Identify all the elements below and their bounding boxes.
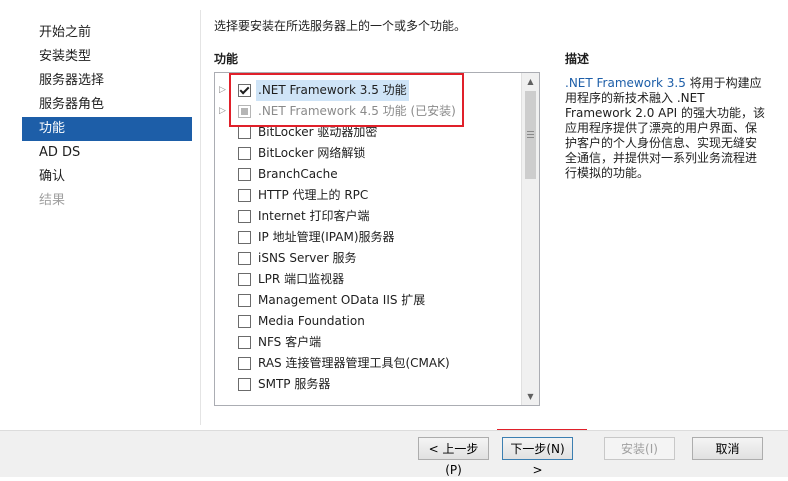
sidebar-item-installation-type[interactable]: 安装类型 xyxy=(22,45,192,69)
scroll-up-arrow-icon[interactable]: ▲ xyxy=(522,73,539,90)
feature-checkbox[interactable] xyxy=(238,357,251,370)
highlight-box-features xyxy=(229,73,464,127)
wizard-sidebar: 开始之前 安装类型 服务器选择 服务器角色 功能 AD DS 确认 结果 xyxy=(0,0,200,430)
thumb-grip-line xyxy=(527,137,534,138)
feature-checkbox[interactable] xyxy=(238,336,251,349)
feature-checkbox[interactable] xyxy=(238,189,251,202)
thumb-grip-line xyxy=(527,131,534,132)
feature-checkbox[interactable] xyxy=(238,126,251,139)
feature-checkbox[interactable] xyxy=(238,294,251,307)
feature-description: .NET Framework 3.5 将用于构建应用程序的新技术融入 .NET … xyxy=(565,76,765,181)
sidebar-item-before-you-begin[interactable]: 开始之前 xyxy=(22,21,192,45)
feature-row[interactable]: NFS 客户端 xyxy=(215,332,521,353)
sidebar-item-server-roles[interactable]: 服务器角色 xyxy=(22,93,192,117)
feature-row[interactable]: SMTP 服务器 xyxy=(215,374,521,395)
instruction-text: 选择要安装在所选服务器上的一个或多个功能。 xyxy=(214,19,467,33)
feature-row[interactable]: BitLocker 网络解锁 xyxy=(215,143,521,164)
next-button[interactable]: 下一步(N) > xyxy=(502,437,573,477)
description-heading: 描述 xyxy=(565,52,590,66)
sidebar-divider xyxy=(200,10,201,425)
feature-checkbox[interactable] xyxy=(238,252,251,265)
feature-row[interactable]: Internet 打印客户端 xyxy=(215,206,521,227)
feature-checkbox[interactable] xyxy=(238,315,251,328)
sidebar-item-features[interactable]: 功能 xyxy=(22,117,192,141)
feature-checkbox[interactable] xyxy=(238,210,251,223)
sidebar-item-server-selection[interactable]: 服务器选择 xyxy=(22,69,192,93)
feature-label: Media Foundation xyxy=(258,314,365,328)
feature-label: NFS 客户端 xyxy=(258,335,322,349)
features-heading: 功能 xyxy=(214,52,239,66)
features-scrollbar[interactable]: ▲ ▼ xyxy=(521,73,539,405)
feature-label: LPR 端口监视器 xyxy=(258,272,345,286)
feature-checkbox[interactable] xyxy=(238,273,251,286)
feature-row[interactable]: LPR 端口监视器 xyxy=(215,269,521,290)
feature-label: iSNS Server 服务 xyxy=(258,251,357,265)
sidebar-item-results: 结果 xyxy=(39,193,66,208)
feature-row[interactable]: HTTP 代理上的 RPC xyxy=(215,185,521,206)
thumb-grip-line xyxy=(527,134,534,135)
feature-label: HTTP 代理上的 RPC xyxy=(258,188,369,202)
description-text: 将用于构建应用程序的新技术融入 .NET Framework 2.0 API 的… xyxy=(565,76,765,180)
feature-label: RAS 连接管理器管理工具包(CMAK) xyxy=(258,356,450,370)
install-button: 安装(I) xyxy=(604,437,675,460)
feature-label: Internet 打印客户端 xyxy=(258,209,370,223)
feature-label: IP 地址管理(IPAM)服务器 xyxy=(258,230,395,244)
cancel-button[interactable]: 取消 xyxy=(692,437,763,460)
feature-checkbox[interactable] xyxy=(238,168,251,181)
feature-label: BranchCache xyxy=(258,167,338,181)
feature-checkbox[interactable] xyxy=(238,231,251,244)
sidebar-item-ad-ds[interactable]: AD DS xyxy=(22,141,192,165)
feature-row[interactable]: BranchCache xyxy=(215,164,521,185)
feature-row[interactable]: iSNS Server 服务 xyxy=(215,248,521,269)
feature-row[interactable]: Management OData IIS 扩展 xyxy=(215,290,521,311)
feature-label: BitLocker 网络解锁 xyxy=(258,146,366,160)
feature-row[interactable]: RAS 连接管理器管理工具包(CMAK) xyxy=(215,353,521,374)
feature-row[interactable]: IP 地址管理(IPAM)服务器 xyxy=(215,227,521,248)
feature-label: SMTP 服务器 xyxy=(258,377,331,391)
expand-arrow-icon[interactable]: ▷ xyxy=(219,80,226,101)
feature-checkbox[interactable] xyxy=(238,147,251,160)
sidebar-item-confirmation[interactable]: 确认 xyxy=(22,165,192,189)
scroll-down-arrow-icon[interactable]: ▼ xyxy=(522,388,539,405)
feature-row[interactable]: Media Foundation xyxy=(215,311,521,332)
feature-checkbox[interactable] xyxy=(238,378,251,391)
expand-arrow-icon[interactable]: ▷ xyxy=(219,101,226,122)
scroll-thumb[interactable] xyxy=(525,91,536,179)
previous-button[interactable]: < 上一步(P) xyxy=(418,437,489,477)
feature-label: Management OData IIS 扩展 xyxy=(258,293,426,307)
description-link[interactable]: .NET Framework 3.5 xyxy=(565,76,686,90)
